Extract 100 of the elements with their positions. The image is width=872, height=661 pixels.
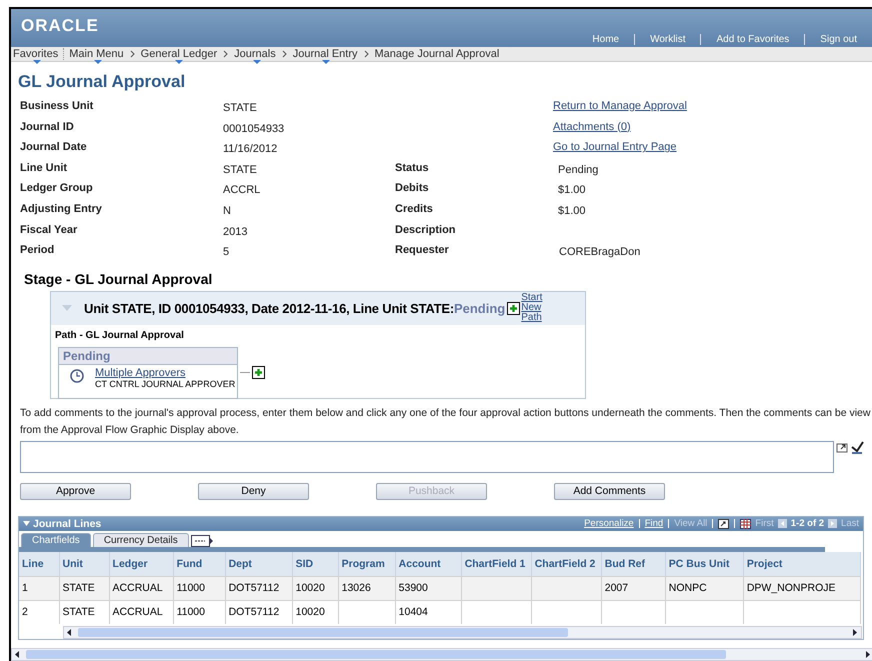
add-icon[interactable] — [507, 302, 520, 315]
field-label: Requester — [395, 244, 450, 258]
comment-field[interactable] — [20, 440, 834, 473]
page-link[interactable]: Attachments (0) — [553, 120, 863, 142]
column-header[interactable]: ChartField 1 — [461, 552, 532, 576]
field-value: 0001054933 — [223, 122, 286, 137]
path-label: Path - GL Journal Approval — [55, 330, 185, 341]
column-header[interactable]: Unit — [59, 552, 110, 576]
download-icon[interactable] — [718, 518, 730, 529]
header-link[interactable]: Home — [577, 34, 634, 45]
column-header[interactable]: PC Bus Unit — [665, 552, 744, 576]
chevron-icon — [282, 50, 287, 58]
field-value: 11/16/2012 — [223, 142, 278, 158]
logo: ORACLE — [21, 16, 99, 36]
grid-tab[interactable]: Chartfields — [21, 532, 91, 547]
page-scrollbar[interactable] — [11, 648, 872, 661]
table-cell — [601, 600, 666, 624]
previous-icon[interactable] — [778, 519, 787, 528]
add-icon[interactable] — [252, 366, 265, 380]
column-header[interactable]: Fund — [173, 552, 226, 576]
column-header[interactable]: Ledger — [109, 552, 174, 576]
table-cell: DPW_NONPROJE — [743, 576, 860, 600]
table-cell: DOT57112 — [225, 600, 292, 624]
table-cell — [531, 576, 602, 600]
action-button[interactable]: Deny — [198, 482, 309, 500]
field-value: COREBragaDon — [558, 245, 642, 260]
grid-tab[interactable]: Currency Details — [92, 532, 189, 547]
field-value: 5 — [223, 245, 230, 260]
column-header[interactable]: Account — [395, 552, 462, 576]
next-icon[interactable] — [828, 519, 838, 528]
column-header[interactable]: Dept — [225, 552, 292, 576]
table-cell: 10404 — [395, 600, 462, 624]
header-link[interactable]: Add to Favorites — [700, 34, 804, 45]
approver-role: CT CNTRL JOURNAL APPROVER — [95, 378, 236, 389]
instructions-text: To add comments to the journal's approval process, enter them below and click any one of the four approval action buttons underneath the comments. Then the comments can be view from the Approval Flow Graphic Display above. — [20, 406, 872, 438]
column-header[interactable]: SID — [292, 552, 338, 576]
status-text: Pending — [454, 300, 506, 316]
page-link[interactable]: Return to Manage Approval — [553, 100, 863, 121]
collapse-icon[interactable] — [23, 521, 30, 526]
table-cell: 13026 — [338, 576, 396, 600]
field-value: STATE — [223, 162, 258, 178]
table-cell: STATE — [59, 600, 110, 624]
clock-icon — [70, 368, 84, 383]
header-link[interactable]: Sign out — [804, 34, 872, 45]
expand-icon[interactable] — [836, 440, 849, 454]
grid-link[interactable]: Find — [644, 518, 664, 530]
grid-link[interactable]: Personalize — [584, 518, 634, 530]
table-cell: ACCRUAL — [109, 600, 174, 624]
field-value: Pending — [557, 162, 600, 178]
header-link[interactable]: Worklist — [634, 34, 700, 45]
page-link[interactable]: Go to Journal Entry Page — [553, 141, 863, 162]
table-cell: STATE — [59, 576, 110, 600]
action-button[interactable]: Approve — [20, 482, 131, 500]
table-cell: DOT57112 — [225, 576, 292, 600]
field-label: Line Unit — [20, 162, 68, 176]
field-label: Debits — [395, 182, 430, 196]
field-label: Fiscal Year — [20, 224, 78, 238]
column-header[interactable]: Bud Ref — [601, 552, 666, 576]
chevron-icon — [130, 50, 135, 58]
table-cell: 2 — [19, 600, 60, 624]
grid-icon[interactable] — [740, 518, 752, 529]
field-label: Status — [395, 162, 430, 176]
grid-title: Journal Lines — [33, 518, 102, 530]
action-button[interactable]: Add Comments — [554, 482, 665, 500]
column-header[interactable]: Project — [743, 552, 860, 576]
spellcheck-icon[interactable] — [851, 440, 864, 454]
page-range: 1-2 of 2 — [790, 518, 824, 530]
field-value: N — [223, 204, 232, 219]
field-value: STATE — [223, 101, 258, 116]
column-header[interactable]: ChartField 2 — [531, 552, 602, 576]
field-value: ACCRL — [223, 183, 262, 198]
table-cell: 53900 — [395, 576, 462, 600]
table-cell: NONPC — [665, 576, 744, 600]
field-label: Ledger Group — [20, 182, 94, 196]
field-value: 2013 — [223, 224, 248, 240]
field-label: Credits — [395, 202, 434, 217]
field-label: Journal ID — [20, 120, 75, 135]
column-header[interactable]: Line — [19, 552, 60, 576]
table-cell: 1 — [19, 576, 60, 600]
table-cell: 11000 — [173, 576, 226, 600]
show-all-columns-icon[interactable] — [190, 534, 213, 547]
table-cell — [531, 600, 602, 624]
field-label: Description — [395, 224, 457, 238]
column-header[interactable]: Program — [338, 552, 396, 576]
field-label: Journal Date — [20, 141, 88, 156]
page-title: GL Journal Approval — [18, 72, 186, 92]
table-cell: 11000 — [173, 600, 226, 624]
start-path-link[interactable]: Start New Path — [521, 293, 544, 324]
field-label: Period — [20, 244, 56, 258]
approver-link[interactable]: Multiple Approvers — [95, 366, 186, 379]
table-cell: 2007 — [601, 576, 666, 600]
table-cell: ACCRUAL — [109, 576, 174, 600]
chevron-icon — [364, 50, 369, 58]
table-cell — [461, 576, 532, 600]
stage-title: Stage - GL Journal Approval — [24, 270, 214, 287]
field-value: $1.00 — [557, 204, 587, 219]
table-cell — [338, 600, 396, 624]
table-scrollbar[interactable] — [63, 626, 862, 639]
breadcrumb-link[interactable]: Manage Journal Approval — [374, 48, 500, 60]
field-label: Adjusting Entry — [20, 202, 103, 217]
